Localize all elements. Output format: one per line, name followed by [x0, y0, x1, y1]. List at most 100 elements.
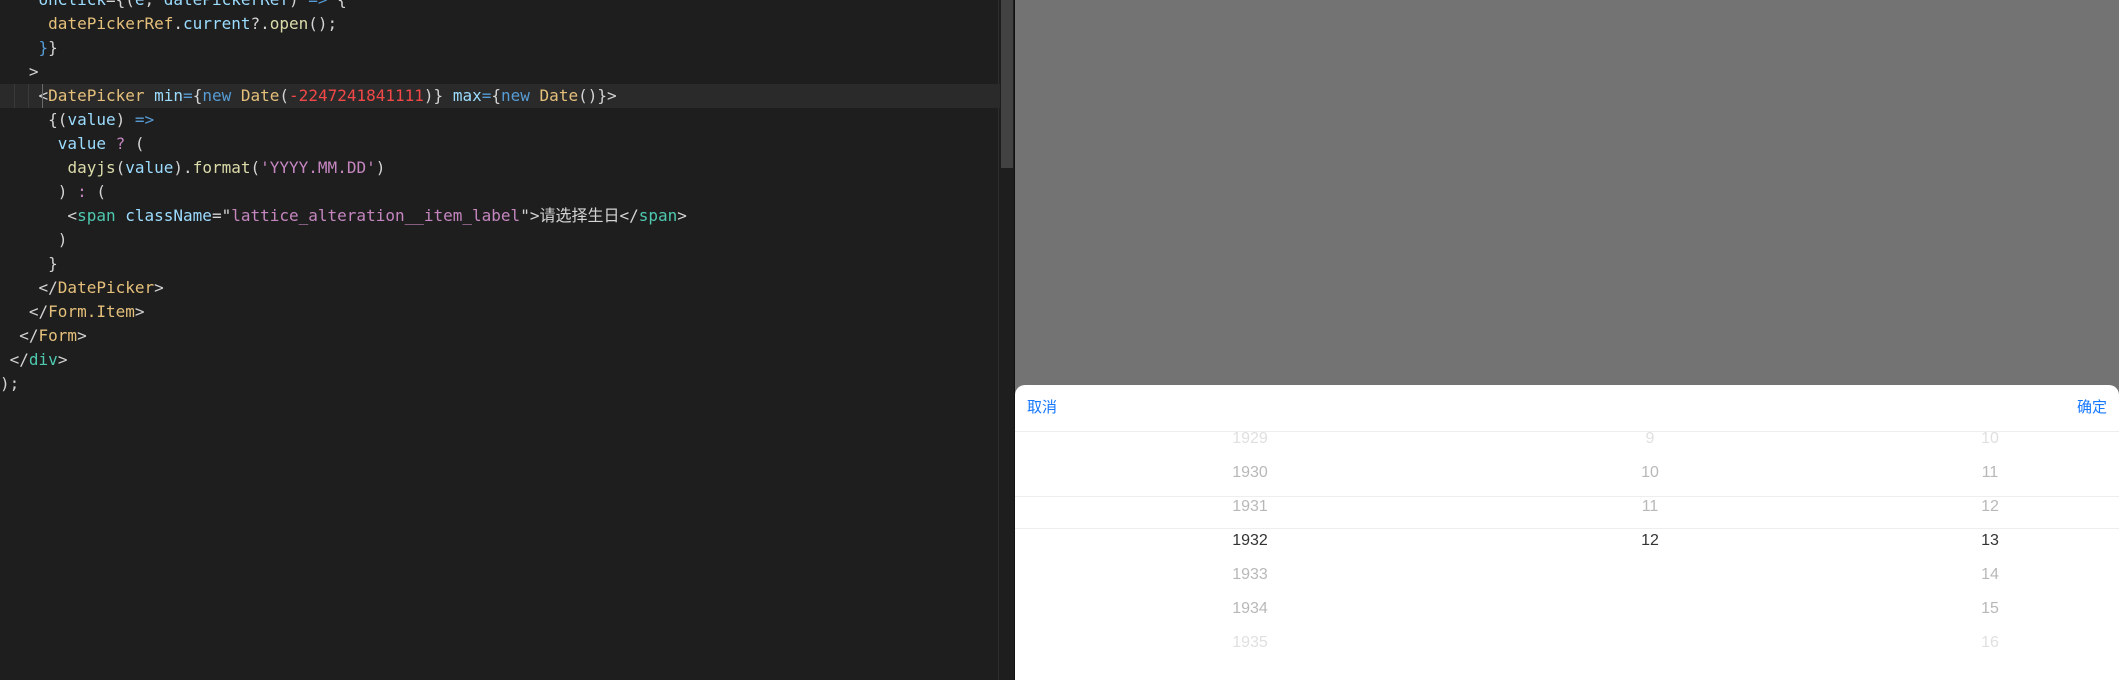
cancel-button[interactable]: 取消 [1027, 398, 1057, 418]
code-line[interactable]: <span className="lattice_alteration__ite… [0, 204, 1000, 228]
code-token: onClick [39, 0, 106, 9]
code-token: ( [115, 158, 126, 177]
code-line[interactable]: value ? ( [0, 132, 1000, 156]
day-option[interactable]: 13 [1845, 524, 2119, 558]
day-option[interactable]: 12 [1845, 490, 2119, 524]
code-token: span [638, 206, 678, 225]
month-option[interactable] [1475, 558, 1825, 592]
year-option[interactable]: 1933 [1065, 558, 1435, 592]
year-option[interactable]: 1935 [1065, 626, 1435, 660]
code-token: DatePicker [48, 86, 145, 105]
code-token: value [67, 110, 116, 129]
code-token: . [173, 14, 184, 33]
month-option[interactable] [1475, 592, 1825, 626]
code-token: < [0, 86, 49, 105]
code-token: </ [0, 278, 58, 297]
code-line[interactable]: dayjs(value).format('YYYY.MM.DD') [0, 156, 1000, 180]
code-token: { [491, 86, 501, 105]
year-option[interactable]: 1931 [1065, 490, 1435, 524]
day-option[interactable]: 14 [1845, 558, 2119, 592]
code-token: e [135, 0, 145, 9]
code-token: ) [0, 182, 78, 201]
code-token: } [0, 254, 58, 273]
code-line[interactable]: datePickerRef.current?.open(); [0, 12, 1000, 36]
year-column[interactable]: 1929 1930 1931 1932 1933 1934 1935 [1065, 430, 1435, 680]
code-token: {( [0, 110, 68, 129]
editor-scrollbar[interactable] [998, 0, 1014, 680]
code-token: DatePicker [57, 278, 155, 297]
code-token: value [57, 134, 106, 153]
code-line[interactable]: ); [0, 372, 1000, 396]
code-token: ?. [250, 14, 270, 33]
indent-guide [14, 84, 15, 108]
day-option[interactable]: 16 [1845, 626, 2119, 660]
code-token: </ [0, 326, 39, 345]
year-option[interactable]: 1929 [1065, 422, 1435, 456]
code-token: div [28, 350, 58, 369]
code-token: => [308, 0, 327, 9]
code-token: =" [211, 206, 232, 225]
code-token: } [48, 38, 58, 57]
code-editor[interactable]: onClick={(e, datePickerRef) => { datePic… [0, 0, 1014, 680]
code-token: )} [423, 86, 444, 105]
code-token: > [134, 302, 145, 321]
code-token: ) [289, 0, 308, 9]
code-line[interactable]: onClick={(e, datePickerRef) => { [0, 0, 1000, 12]
code-line[interactable]: </Form> [0, 324, 1000, 348]
month-option[interactable]: 10 [1475, 456, 1825, 490]
month-column[interactable]: 9 10 11 12 [1475, 430, 1825, 680]
month-option[interactable]: 11 [1475, 490, 1825, 524]
code-line[interactable]: </Form.Item> [0, 300, 1000, 324]
code-token: span [77, 206, 116, 225]
code-line[interactable]: {(value) => [0, 108, 1000, 132]
code-token: open [269, 14, 309, 33]
day-option[interactable]: 11 [1845, 456, 2119, 490]
day-option[interactable]: 15 [1845, 592, 2119, 626]
code-token: ) [0, 230, 68, 249]
code-token: ( [250, 158, 261, 177]
month-option[interactable]: 9 [1475, 422, 1825, 456]
day-column[interactable]: 10 11 12 13 14 15 16 [1845, 430, 2119, 680]
code-token: ( [86, 182, 106, 201]
year-option[interactable]: 1934 [1065, 592, 1435, 626]
year-option[interactable]: 1932 [1065, 524, 1435, 558]
code-token: } [38, 38, 49, 57]
month-option[interactable]: 12 [1475, 524, 1825, 558]
code-token: new [202, 86, 232, 105]
code-token: dayjs [67, 158, 116, 177]
code-line[interactable]: ) [0, 228, 1000, 252]
code-token: Date [539, 86, 579, 105]
code-token: value [125, 158, 174, 177]
code-token: ">请选择生日</ [520, 206, 639, 225]
code-token: </ [0, 350, 29, 369]
code-line[interactable]: </DatePicker> [0, 276, 1000, 300]
confirm-button[interactable]: 确定 [2077, 398, 2107, 418]
year-option[interactable]: 1930 [1065, 456, 1435, 490]
code-line[interactable]: } [0, 252, 1000, 276]
code-token: ()}> [578, 86, 617, 105]
day-option[interactable]: 10 [1845, 422, 2119, 456]
month-option[interactable] [1475, 626, 1825, 660]
code-token: lattice_alteration__item_label [231, 206, 521, 225]
code-line[interactable]: </div> [0, 348, 1000, 372]
code-line[interactable]: }} [0, 36, 1000, 60]
code-token: Date [240, 86, 280, 105]
code-token: </ [0, 302, 49, 321]
code-line[interactable]: <DatePicker min={new Date(-2247241841111… [0, 84, 1000, 108]
code-line[interactable]: ) : ( [0, 180, 1000, 204]
date-picker-popup: 取消 确定 1929 1930 1931 1932 1933 1934 1935 9 10 11… [1015, 385, 2119, 680]
code-token: => [134, 110, 155, 129]
code-token: current [183, 14, 251, 33]
code-token: = [183, 86, 193, 105]
code-token: Form.Item [48, 302, 135, 321]
code-token: > [77, 326, 87, 345]
code-token: ). [173, 158, 193, 177]
editor-scrollbar-thumb[interactable] [1001, 0, 1013, 168]
code-line[interactable]: > [0, 60, 1000, 84]
